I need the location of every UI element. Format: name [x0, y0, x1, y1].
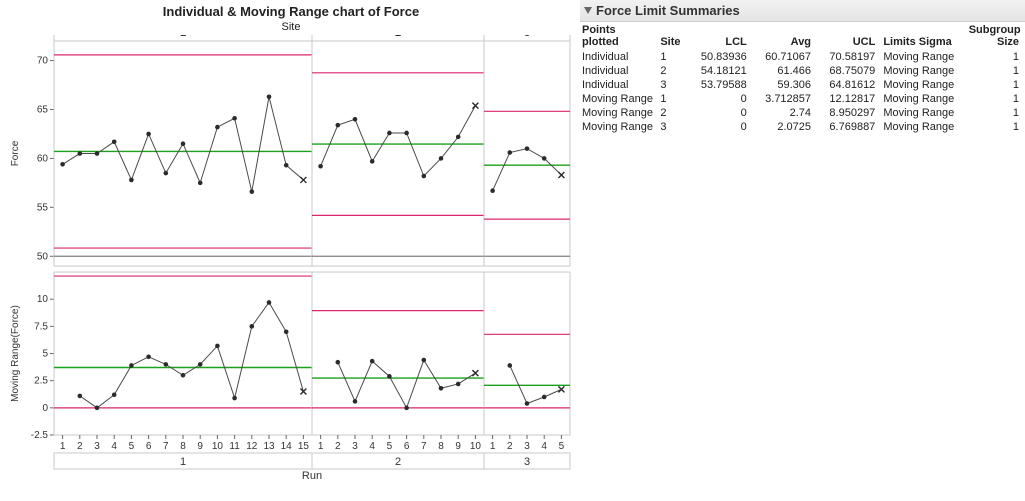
summary-row: Moving Range302.07256.769887Moving Range…	[580, 120, 1025, 134]
svg-text:7.5: 7.5	[34, 321, 48, 332]
svg-text:1: 1	[180, 35, 186, 39]
summary-row: Individual353.7958859.30664.81612Moving …	[580, 78, 1025, 92]
svg-text:1: 1	[490, 441, 496, 452]
col-points: Points plotted	[580, 22, 658, 50]
svg-text:14: 14	[281, 441, 293, 452]
svg-text:2: 2	[395, 456, 401, 468]
svg-text:9: 9	[455, 441, 461, 452]
svg-text:Moving Range(Force): Moving Range(Force)	[10, 305, 21, 402]
svg-text:4: 4	[111, 441, 117, 452]
svg-text:6: 6	[404, 441, 410, 452]
svg-text:10: 10	[470, 441, 482, 452]
summary-row: Individual254.1812161.46668.75079Moving …	[580, 64, 1025, 78]
svg-text:3: 3	[524, 456, 530, 468]
summary-panel: Force Limit Summaries Points plotted Sit…	[580, 0, 1025, 501]
svg-text:10: 10	[37, 294, 49, 305]
svg-text:4: 4	[369, 441, 375, 452]
svg-text:5: 5	[42, 349, 48, 360]
col-avg: Avg	[753, 22, 817, 50]
svg-text:5: 5	[387, 441, 393, 452]
svg-text:Run: Run	[302, 470, 322, 482]
svg-text:15: 15	[298, 441, 310, 452]
svg-text:3: 3	[94, 441, 100, 452]
chart-title: Individual & Moving Range chart of Force	[4, 4, 578, 19]
svg-text:55: 55	[37, 202, 49, 213]
svg-text:2: 2	[335, 441, 341, 452]
svg-text:2: 2	[395, 35, 401, 39]
summary-header-row: Points plotted Site LCL Avg UCL Limits S…	[580, 22, 1025, 50]
col-sigma: Limits Sigma	[881, 22, 966, 50]
svg-text:12: 12	[246, 441, 258, 452]
control-chart: Force5055606570123Moving Range(Force)-2.…	[4, 35, 574, 485]
svg-text:1: 1	[180, 456, 186, 468]
col-lcl: LCL	[688, 22, 752, 50]
svg-text:5: 5	[129, 441, 135, 452]
chart-group-label: Site	[4, 21, 578, 33]
svg-text:2.5: 2.5	[34, 376, 48, 387]
svg-text:8: 8	[180, 441, 186, 452]
svg-text:4: 4	[541, 441, 547, 452]
svg-text:2: 2	[77, 441, 83, 452]
svg-text:3: 3	[524, 441, 530, 452]
svg-text:-2.5: -2.5	[31, 430, 49, 441]
svg-text:0: 0	[42, 403, 48, 414]
col-n: Subgroup Size	[967, 22, 1025, 50]
summary-row: Moving Range202.748.950297Moving Range1	[580, 106, 1025, 120]
summary-header[interactable]: Force Limit Summaries	[580, 0, 1025, 22]
svg-text:6: 6	[146, 441, 152, 452]
svg-text:13: 13	[263, 441, 275, 452]
svg-text:65: 65	[37, 104, 49, 115]
svg-text:70: 70	[37, 56, 49, 67]
summary-row: Moving Range103.71285712.12817Moving Ran…	[580, 92, 1025, 106]
svg-text:7: 7	[421, 441, 427, 452]
svg-text:2: 2	[507, 441, 513, 452]
svg-text:7: 7	[163, 441, 169, 452]
col-ucl: UCL	[817, 22, 881, 50]
svg-text:Force: Force	[10, 140, 21, 166]
summary-table: Points plotted Site LCL Avg UCL Limits S…	[580, 22, 1025, 134]
col-site: Site	[658, 22, 688, 50]
svg-text:50: 50	[37, 251, 49, 262]
control-chart-panel: Individual & Moving Range chart of Force…	[0, 0, 580, 501]
svg-text:1: 1	[318, 441, 324, 452]
svg-text:1: 1	[60, 441, 66, 452]
svg-text:3: 3	[352, 441, 358, 452]
svg-text:10: 10	[212, 441, 224, 452]
svg-text:5: 5	[559, 441, 565, 452]
summary-row: Individual150.8393660.7106770.58197Movin…	[580, 50, 1025, 64]
svg-text:60: 60	[37, 153, 49, 164]
disclosure-triangle-icon[interactable]	[584, 7, 592, 14]
svg-text:11: 11	[229, 441, 240, 452]
svg-text:3: 3	[524, 35, 530, 39]
svg-text:9: 9	[197, 441, 203, 452]
svg-text:8: 8	[438, 441, 444, 452]
summary-title: Force Limit Summaries	[596, 3, 740, 18]
